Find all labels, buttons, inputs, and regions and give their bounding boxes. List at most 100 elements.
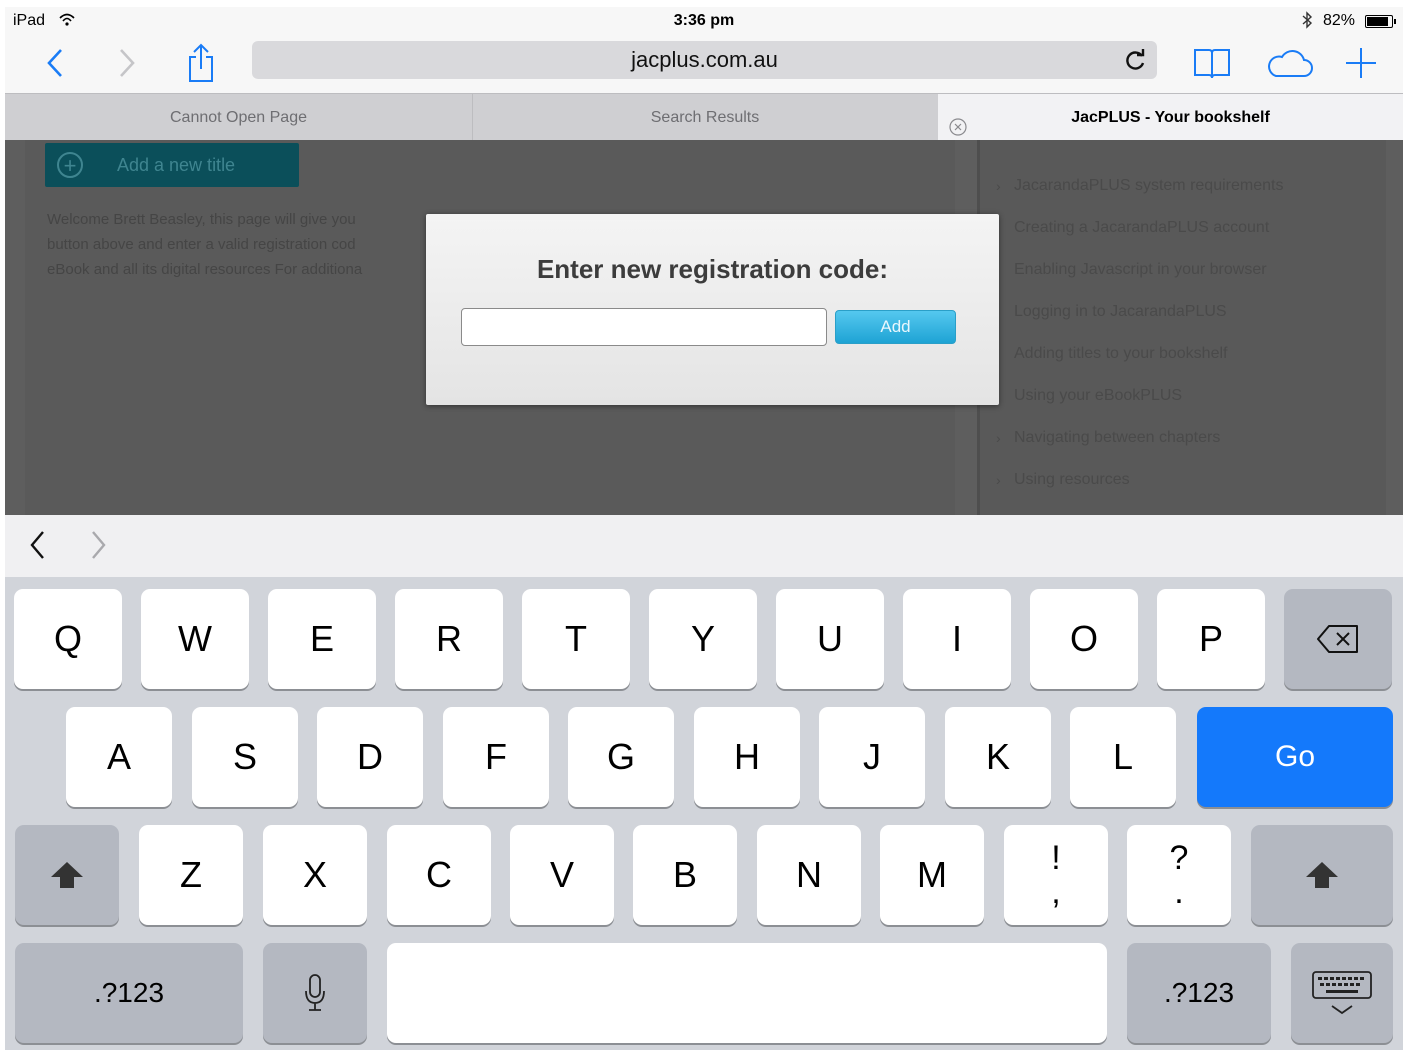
key-w[interactable]: W xyxy=(141,589,249,689)
forward-icon xyxy=(120,49,135,77)
status-time: 3:36 pm xyxy=(673,12,735,29)
back-button[interactable] xyxy=(35,38,75,88)
help-link[interactable]: JacarandaPLUS system requirements xyxy=(1014,177,1283,195)
shift-key-right[interactable] xyxy=(1251,825,1393,925)
key-f[interactable]: F xyxy=(443,707,549,807)
hide-keyboard-key[interactable] xyxy=(1291,943,1393,1043)
key-i[interactable]: I xyxy=(903,589,1011,689)
add-button[interactable]: Add xyxy=(835,310,956,344)
key-r[interactable]: R xyxy=(395,589,503,689)
close-icon xyxy=(949,118,967,136)
address-bar[interactable]: jacplus.com.au xyxy=(252,41,1157,79)
bullet-chevron: › xyxy=(996,178,1001,194)
key-t[interactable]: T xyxy=(522,589,630,689)
bluetooth-icon xyxy=(1301,11,1313,34)
dialog-title: Enter new registration code: xyxy=(536,254,889,284)
help-link[interactable]: Adding titles to your bookshelf xyxy=(1014,345,1227,363)
key-c[interactable]: C xyxy=(387,825,491,925)
reload-button[interactable] xyxy=(1121,46,1149,74)
chevron-right-icon xyxy=(92,531,106,559)
browser-toolbar: jacplus.com.au xyxy=(5,35,1403,93)
tab-bar: Cannot Open Page Search Results JacPLUS … xyxy=(5,93,1403,141)
icloud-tabs-icon xyxy=(1268,50,1313,77)
tab-close-button[interactable] xyxy=(949,108,967,136)
key-bottom-char: . xyxy=(1174,873,1184,911)
key-q[interactable]: Q xyxy=(14,589,122,689)
backspace-icon xyxy=(1317,625,1358,653)
key-d[interactable]: D xyxy=(317,707,423,807)
key-top-char: ! xyxy=(1051,839,1061,877)
shift-key-left[interactable] xyxy=(15,825,119,925)
bullet-chevron: › xyxy=(996,430,1001,446)
form-accessory-bar xyxy=(5,515,1403,577)
tab-label: Search Results xyxy=(650,109,760,126)
help-link[interactable]: Enabling Javascript in your browser xyxy=(1014,261,1267,279)
reload-icon xyxy=(1126,49,1145,70)
dictation-key[interactable] xyxy=(263,943,367,1043)
bullet-chevron: › xyxy=(996,472,1001,488)
key-o[interactable]: O xyxy=(1030,589,1138,689)
previous-field-button[interactable] xyxy=(27,528,57,564)
key-k[interactable]: K xyxy=(945,707,1051,807)
key-s[interactable]: S xyxy=(192,707,298,807)
share-icon xyxy=(189,43,213,82)
key-b[interactable]: B xyxy=(633,825,737,925)
key-a[interactable]: A xyxy=(66,707,172,807)
tab-label: JacPLUS - Your bookshelf xyxy=(1071,109,1270,126)
tab-search-results[interactable]: Search Results xyxy=(472,94,938,141)
key-y[interactable]: Y xyxy=(649,589,757,689)
next-field-button[interactable] xyxy=(89,528,119,564)
microphone-icon xyxy=(305,974,325,1011)
forward-button[interactable] xyxy=(107,38,147,88)
battery-icon xyxy=(1365,15,1396,28)
battery-percent: 82% xyxy=(1323,12,1356,29)
key-j[interactable]: J xyxy=(819,707,925,807)
key-top-char: ? xyxy=(1169,839,1189,877)
bookmarks-button[interactable] xyxy=(1190,38,1234,88)
key-n[interactable]: N xyxy=(757,825,861,925)
new-tab-icon xyxy=(1346,48,1376,78)
space-bar[interactable] xyxy=(387,943,1107,1043)
key-u[interactable]: U xyxy=(776,589,884,689)
key-e[interactable]: E xyxy=(268,589,376,689)
key-m[interactable]: M xyxy=(880,825,984,925)
url-text: jacplus.com.au xyxy=(631,47,778,72)
key-h[interactable]: H xyxy=(694,707,800,807)
go-key[interactable]: Go xyxy=(1197,707,1393,807)
numbers-key-right[interactable]: .?123 xyxy=(1127,943,1271,1043)
welcome-text-line: eBook and all its digital resources For … xyxy=(47,261,363,278)
key-v[interactable]: V xyxy=(510,825,614,925)
plus-circle-icon: + xyxy=(57,152,83,178)
status-bar: iPad 3:36 pm 82% xyxy=(5,7,1403,35)
new-tab-button[interactable] xyxy=(1341,38,1381,88)
key-bottom-char: , xyxy=(1051,873,1061,911)
tab-label: Cannot Open Page xyxy=(170,109,307,126)
add-new-title-button[interactable]: + Add a new title xyxy=(45,143,299,187)
tab-cannot-open-page[interactable]: Cannot Open Page xyxy=(5,94,473,141)
help-sidebar: › JacarandaPLUS system requirements Crea… xyxy=(977,140,1386,515)
help-link[interactable]: Creating a JacarandaPLUS account xyxy=(1014,219,1269,237)
tab-jacplus-bookshelf[interactable]: JacPLUS - Your bookshelf xyxy=(938,94,1403,141)
help-link[interactable]: Logging in to JacarandaPLUS xyxy=(1014,303,1227,321)
share-button[interactable] xyxy=(179,38,223,88)
numbers-key-left[interactable]: .?123 xyxy=(15,943,243,1043)
key-x[interactable]: X xyxy=(263,825,367,925)
key-exclamation-comma[interactable]: !, xyxy=(1004,825,1108,925)
key-z[interactable]: Z xyxy=(139,825,243,925)
battery-fill xyxy=(1367,17,1389,26)
registration-code-dialog: Enter new registration code: Add xyxy=(426,214,999,405)
add-new-title-label: Add a new title xyxy=(117,155,236,175)
key-question-period[interactable]: ?. xyxy=(1127,825,1231,925)
registration-code-input[interactable] xyxy=(461,308,827,346)
key-g[interactable]: G xyxy=(568,707,674,807)
icloud-tabs-button[interactable] xyxy=(1263,38,1315,88)
help-link[interactable]: Navigating between chapters xyxy=(1014,429,1220,447)
help-link[interactable]: Using resources xyxy=(1014,471,1130,489)
delete-key[interactable] xyxy=(1284,589,1392,689)
key-l[interactable]: L xyxy=(1070,707,1176,807)
help-link[interactable]: Using your eBookPLUS xyxy=(1014,387,1182,405)
onscreen-keyboard: Q W E R T Y U I O P A S D F G H J K L Go… xyxy=(5,577,1403,1050)
key-p[interactable]: P xyxy=(1157,589,1265,689)
shift-arrow-icon xyxy=(1306,862,1338,888)
shift-arrow-icon xyxy=(51,862,83,888)
